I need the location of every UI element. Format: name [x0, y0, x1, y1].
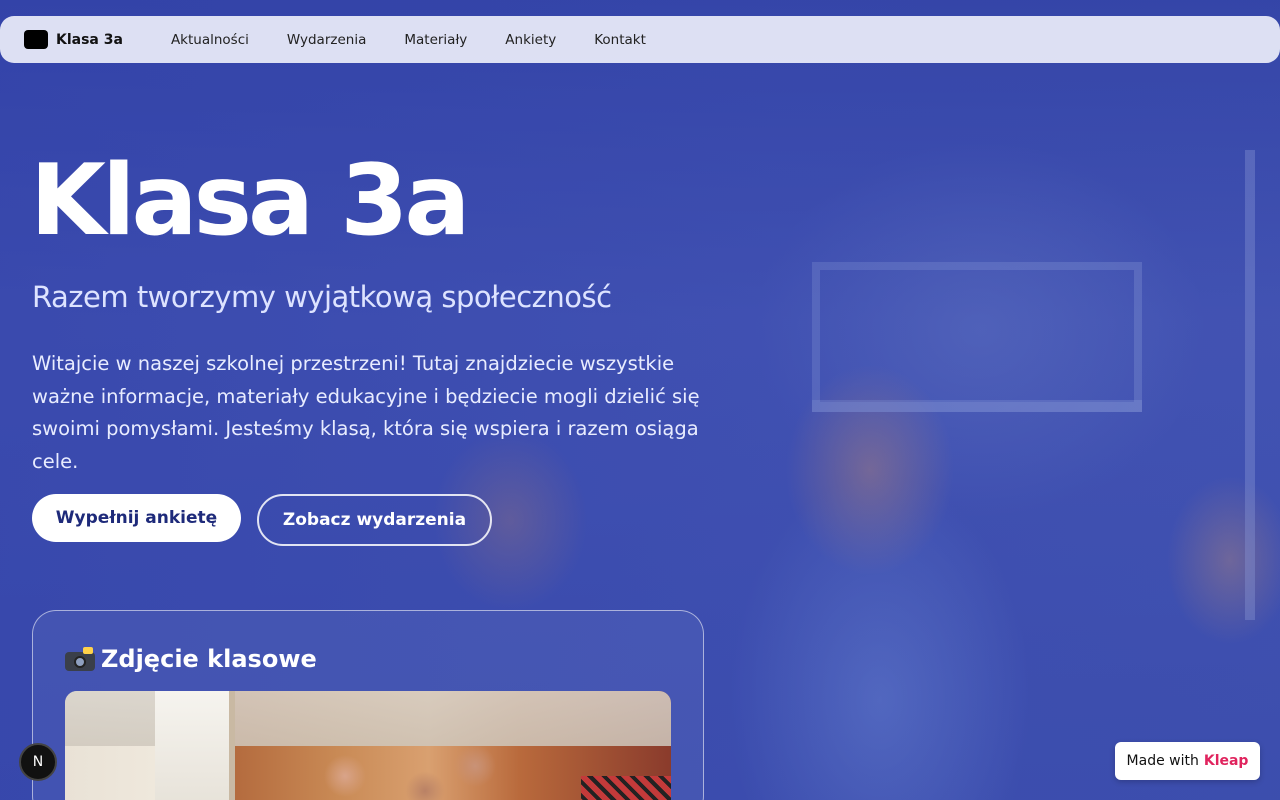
camera-flash-icon: [65, 647, 95, 671]
nav-link-kontakt[interactable]: Kontakt: [594, 32, 646, 48]
hero-title: Klasa 3a: [30, 144, 471, 258]
nav-link-materialy[interactable]: Materiały: [404, 32, 467, 48]
top-navigation: Klasa 3a Aktualności Wydarzenia Materiał…: [0, 16, 1280, 63]
class-photo-title-text: Zdjęcie klasowe: [101, 645, 317, 673]
nav-link-aktualnosci[interactable]: Aktualności: [171, 32, 249, 48]
hero-subtitle: Razem tworzymy wyjątkową społeczność: [32, 280, 612, 314]
brand-name: Klasa 3a: [56, 31, 123, 48]
nav-link-wydarzenia[interactable]: Wydarzenia: [287, 32, 366, 48]
kleap-brand-text: Kleap: [1203, 753, 1249, 769]
class-photo-card-title: Zdjęcie klasowe: [65, 645, 317, 673]
made-with-text: Made with: [1126, 753, 1199, 769]
made-with-kleap-badge[interactable]: Made with Kleap: [1115, 742, 1260, 780]
class-photo-card: Zdjęcie klasowe: [32, 610, 704, 800]
brand-logo-icon: [24, 30, 48, 49]
nav-links: Aktualności Wydarzenia Materiały Ankiety…: [171, 32, 646, 48]
brand[interactable]: Klasa 3a: [24, 30, 123, 49]
hero-description: Witajcie w naszej szkolnej przestrzeni! …: [32, 352, 700, 473]
next-dev-badge[interactable]: N: [19, 743, 57, 781]
see-events-button[interactable]: Zobacz wydarzenia: [257, 494, 492, 546]
fill-survey-button[interactable]: Wypełnij ankietę: [32, 494, 241, 542]
class-photo-image[interactable]: [65, 691, 671, 800]
nav-link-ankiety[interactable]: Ankiety: [505, 32, 556, 48]
